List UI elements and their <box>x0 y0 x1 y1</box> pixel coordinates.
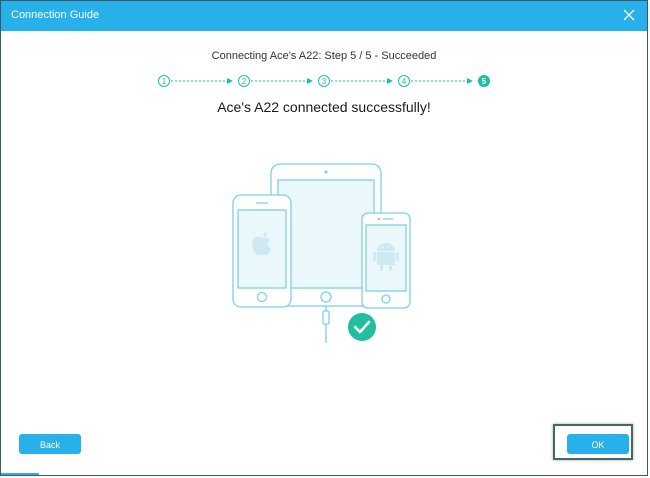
devices-illustration <box>221 161 421 351</box>
svg-text:5: 5 <box>482 77 487 86</box>
connection-status-text: Connecting Ace's A22: Step 5 / 5 - Succe… <box>211 50 437 62</box>
dialog-title: Connection Guide <box>11 9 100 21</box>
svg-text:2: 2 <box>242 77 247 86</box>
step-4: 4 <box>398 75 410 87</box>
ok-button[interactable]: OK <box>567 434 629 454</box>
usb-cable-icon <box>322 306 330 343</box>
check-circle-icon <box>348 313 376 341</box>
svg-text:4: 4 <box>402 77 407 86</box>
step-3: 3 <box>318 75 330 87</box>
bottom-accent-bar <box>1 473 39 475</box>
titlebar: Connection Guide <box>1 1 647 31</box>
step-1: 1 <box>158 75 170 87</box>
success-headline: Ace's A22 connected successfully! <box>217 99 431 115</box>
step-5-current: 5 <box>478 75 490 87</box>
svg-text:3: 3 <box>322 77 327 86</box>
step-progress: 1 2 3 4 5 <box>156 73 496 94</box>
connection-guide-dialog: Connection Guide Connecting Ace's A22: S… <box>0 0 648 476</box>
iphone-icon <box>232 194 292 308</box>
close-icon[interactable] <box>621 7 637 23</box>
svg-text:1: 1 <box>162 77 167 86</box>
step-2: 2 <box>238 75 250 87</box>
android-phone-icon <box>361 212 411 309</box>
back-button[interactable]: Back <box>19 434 81 454</box>
